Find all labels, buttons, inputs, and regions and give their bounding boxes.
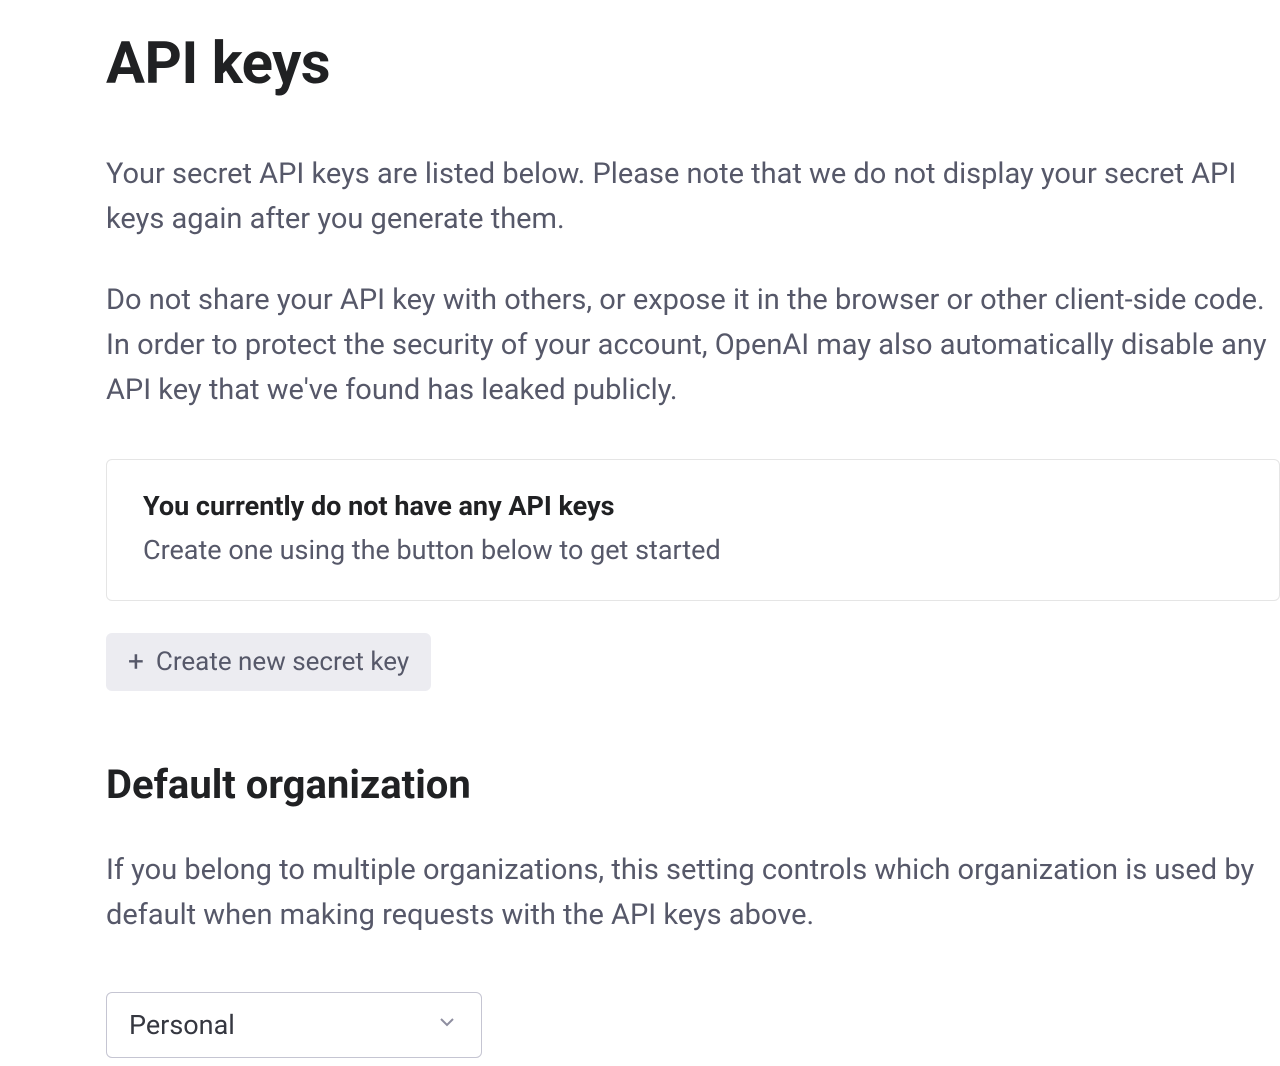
default-org-heading: Default organization bbox=[106, 761, 1280, 808]
create-key-label: Create new secret key bbox=[156, 647, 409, 677]
organization-select[interactable]: Personal bbox=[106, 992, 482, 1058]
empty-state-box: You currently do not have any API keys C… bbox=[106, 459, 1280, 601]
intro-paragraph-2: Do not share your API key with others, o… bbox=[106, 278, 1280, 413]
plus-icon: + bbox=[128, 648, 144, 676]
intro-paragraph-1: Your secret API keys are listed below. P… bbox=[106, 152, 1280, 242]
organization-selected-value: Personal bbox=[129, 1009, 235, 1041]
page-title: API keys bbox=[106, 30, 1280, 98]
default-org-description: If you belong to multiple organizations,… bbox=[106, 848, 1280, 938]
empty-state-title: You currently do not have any API keys bbox=[143, 490, 1243, 522]
create-secret-key-button[interactable]: + Create new secret key bbox=[106, 633, 431, 691]
chevron-down-icon bbox=[435, 1009, 459, 1041]
empty-state-subtitle: Create one using the button below to get… bbox=[143, 534, 1243, 566]
